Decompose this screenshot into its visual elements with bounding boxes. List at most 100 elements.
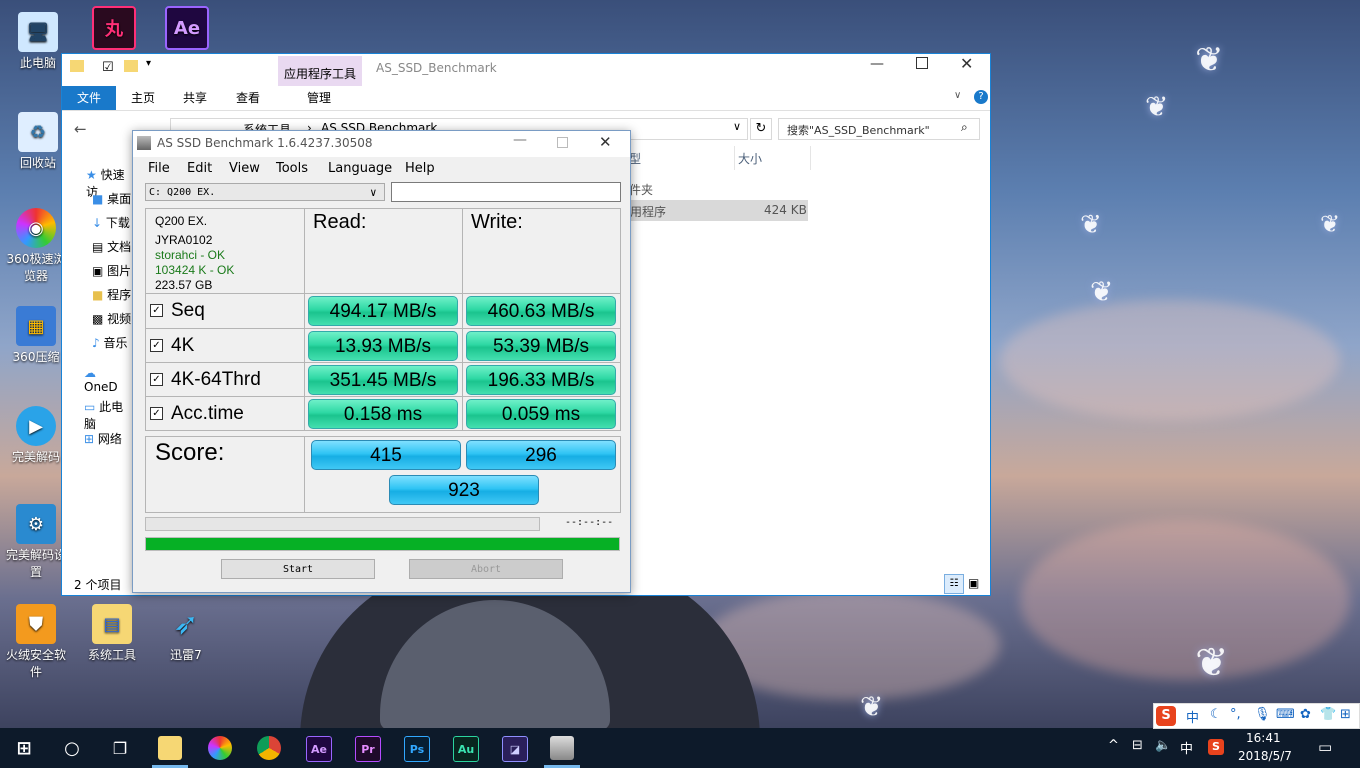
menu-file[interactable]: File xyxy=(148,161,170,176)
nav-videos[interactable]: ▩ 视频 xyxy=(92,310,131,327)
shirt-icon[interactable]: 👕 xyxy=(1320,707,1336,722)
nav-onedrive[interactable]: ☁ OneD xyxy=(84,366,132,394)
punctuation-icon[interactable]: °, xyxy=(1230,707,1241,722)
desktop-icon-player-settings[interactable]: ⚙ 完美解码设置 xyxy=(2,504,70,580)
skin-icon[interactable]: ✿ xyxy=(1300,707,1311,722)
ime-mode-chinese[interactable]: 中 xyxy=(1186,707,1199,726)
back-arrow-icon[interactable]: ← xyxy=(74,120,87,138)
details-view-icon[interactable]: ☷ xyxy=(944,574,964,594)
music-note-icon: ♪ xyxy=(92,336,100,350)
clock-date[interactable]: 2018/5/7 xyxy=(1238,749,1292,763)
chrome-icon[interactable] xyxy=(257,736,281,760)
microphone-icon[interactable]: 🎙 xyxy=(1254,707,1271,722)
close-button[interactable]: ✕ xyxy=(960,54,973,73)
desktop-icon-wan[interactable]: 丸 xyxy=(80,6,148,52)
menu-language[interactable]: Language xyxy=(328,161,392,176)
audition-icon[interactable]: Au xyxy=(453,736,479,762)
large-icons-view-icon[interactable]: ▣ xyxy=(968,576,979,590)
tray-expand-icon[interactable]: ^ xyxy=(1108,738,1119,753)
photoshop-icon[interactable]: Ps xyxy=(404,736,430,762)
keyboard-icon[interactable]: ⌨ xyxy=(1276,707,1295,722)
tab-view[interactable]: 查看 xyxy=(223,86,273,110)
close-button[interactable]: ✕ xyxy=(599,133,612,151)
toolbox-icon[interactable]: ⊞ xyxy=(1340,707,1351,722)
file-explorer-icon[interactable] xyxy=(158,736,182,760)
tab-home[interactable]: 主页 xyxy=(118,86,168,110)
nav-documents[interactable]: ▤ 文档 xyxy=(92,238,131,255)
desktop-icon-xunlei[interactable]: ➶ 迅雷7 xyxy=(152,604,220,663)
desktop-icon-360zip[interactable]: ▦ 360压缩 xyxy=(2,306,70,365)
start-button[interactable]: Start xyxy=(221,559,375,579)
volume-tray-icon[interactable]: 🔈 xyxy=(1155,738,1171,753)
tab-file[interactable]: 文件 xyxy=(62,86,116,110)
bird-icon: ➶ xyxy=(173,606,199,642)
file-row-selected[interactable]: 用程序 424 KB xyxy=(628,200,808,221)
action-center-icon[interactable]: ▭ xyxy=(1318,738,1332,756)
menu-tools[interactable]: Tools xyxy=(276,161,308,176)
seq-write-result: 460.63 MB/s xyxy=(466,296,616,326)
notes-input[interactable] xyxy=(391,182,621,202)
maximize-button[interactable] xyxy=(916,57,928,69)
as-ssd-taskbar-icon[interactable] xyxy=(550,736,574,760)
desktop-icon-system-tools[interactable]: ▤ 系统工具 xyxy=(78,604,146,663)
column-divider[interactable] xyxy=(734,146,735,170)
task-view-icon[interactable]: ❐ xyxy=(108,736,132,760)
nav-this-pc[interactable]: ▭ 此电脑 xyxy=(84,398,132,432)
nav-programs[interactable]: ■ 程序 xyxy=(92,286,131,303)
windows-start-icon[interactable]: ⊞ xyxy=(12,736,36,760)
column-divider[interactable] xyxy=(810,146,811,170)
sogou-logo-icon[interactable]: S xyxy=(1156,706,1176,726)
as-ssd-window: AS SSD Benchmark 1.6.4237.30508 — ✕ File… xyxy=(132,130,631,593)
minimize-button[interactable]: — xyxy=(870,56,884,72)
tab-share[interactable]: 共享 xyxy=(170,86,220,110)
checkbox-checked-icon: ✓ xyxy=(150,407,163,421)
after-effects-icon[interactable]: Ae xyxy=(306,736,332,762)
column-header-size[interactable]: 大小 xyxy=(738,150,762,167)
desktop-icon-label: 360压缩 xyxy=(12,350,60,364)
maximize-button[interactable] xyxy=(557,137,568,148)
search-box[interactable]: 搜索"AS_SSD_Benchmark" ⌕ xyxy=(778,118,980,140)
file-row-type[interactable]: 件夹 xyxy=(629,181,653,198)
seq-checkbox[interactable]: ✓ Seq xyxy=(150,300,205,322)
status-item-count: 2 个项目 xyxy=(74,578,122,592)
new-folder-icon[interactable] xyxy=(124,60,138,72)
acctime-checkbox[interactable]: ✓ Acc.time xyxy=(150,403,244,425)
nav-downloads[interactable]: ↓ 下载 xyxy=(92,214,130,231)
4k-checkbox[interactable]: ✓ 4K xyxy=(150,335,194,357)
ribbon-expand-icon[interactable]: ∨ xyxy=(954,90,961,101)
refresh-icon[interactable]: ↻ xyxy=(750,118,772,140)
main-progress-bar xyxy=(145,537,620,551)
browser-360-icon: ◉ xyxy=(16,208,56,248)
nav-network[interactable]: ⊞ 网络 xyxy=(84,430,122,447)
desktop-icon-huorong[interactable]: ⛊ 火绒安全软件 xyxy=(2,604,70,680)
network-icon: ⊞ xyxy=(84,432,95,446)
menu-view[interactable]: View xyxy=(229,161,260,176)
premiere-icon[interactable]: Pr xyxy=(355,736,381,762)
quick-access-dropdown-icon[interactable]: ▾ xyxy=(146,58,151,69)
browser-360-icon[interactable] xyxy=(208,736,232,760)
folder-icon xyxy=(70,60,84,72)
drive-select[interactable]: C: Q200 EX. ∨ xyxy=(145,183,385,201)
properties-icon[interactable]: ☑ xyxy=(102,60,114,75)
abort-button[interactable]: Abort xyxy=(409,559,563,579)
nav-desktop[interactable]: ■ 桌面 xyxy=(92,190,131,207)
desktop-icon-360-browser[interactable]: ◉ 360极速浏览器 xyxy=(2,208,70,284)
ime-indicator[interactable]: 中 xyxy=(1180,738,1193,757)
4k64-checkbox[interactable]: ✓ 4K-64Thrd xyxy=(150,369,261,391)
network-tray-icon[interactable]: ⊟ xyxy=(1132,738,1143,753)
help-icon[interactable]: ? xyxy=(974,90,988,104)
nav-music[interactable]: ♪ 音乐 xyxy=(92,334,128,351)
sogou-tray-icon[interactable]: S xyxy=(1208,739,1224,755)
menu-edit[interactable]: Edit xyxy=(187,161,212,176)
nav-pictures[interactable]: ▣ 图片 xyxy=(92,262,131,279)
media-encoder-icon[interactable]: ◪ xyxy=(502,736,528,762)
clock-time[interactable]: 16:41 xyxy=(1246,731,1281,745)
tab-manage[interactable]: 管理 xyxy=(294,86,344,110)
moon-icon[interactable]: ☾ xyxy=(1210,707,1222,722)
minimize-button[interactable]: — xyxy=(513,132,527,148)
desktop-icon-potplayer[interactable]: ▶ 完美解码 xyxy=(2,406,70,465)
search-circle-icon[interactable]: ○ xyxy=(60,736,84,760)
desktop-icon-after-effects[interactable]: Ae xyxy=(153,6,221,52)
menu-help[interactable]: Help xyxy=(405,161,435,176)
address-dropdown-icon[interactable]: ∨ xyxy=(733,120,741,133)
